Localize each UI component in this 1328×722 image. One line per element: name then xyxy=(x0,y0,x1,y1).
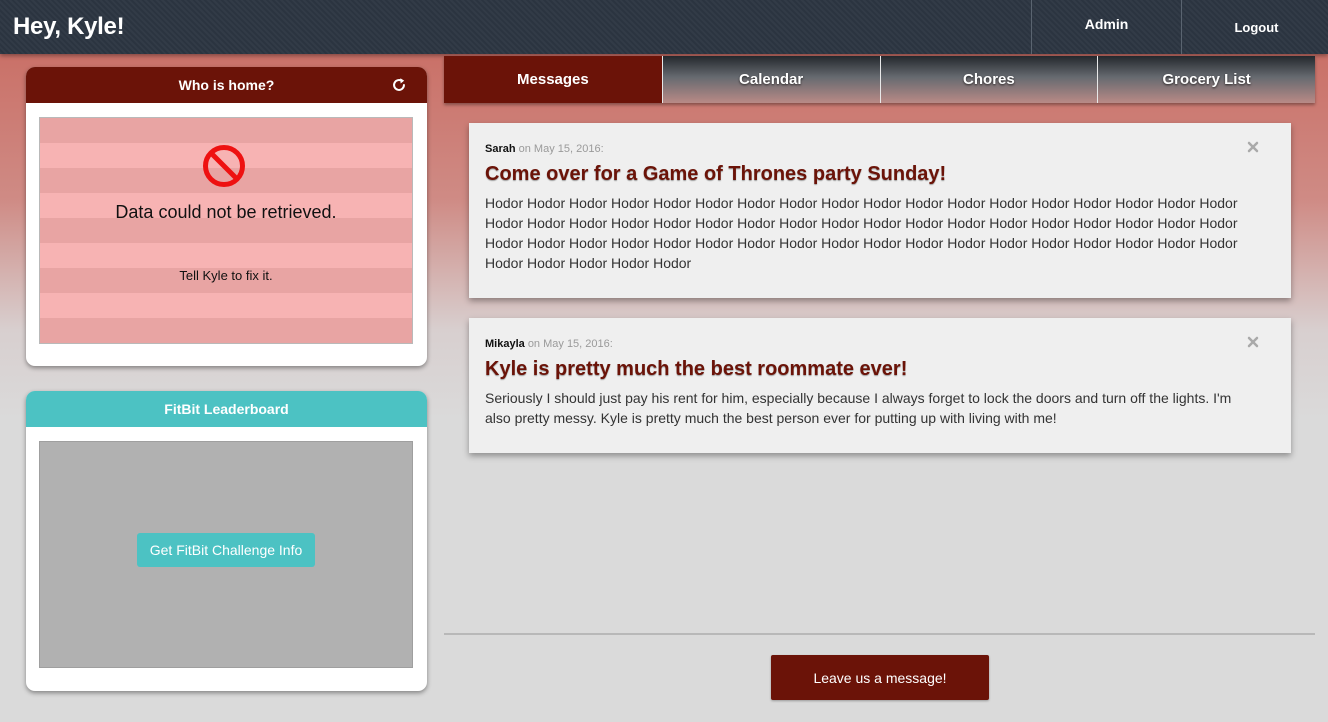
message-title: Kyle is pretty much the best roommate ev… xyxy=(485,358,908,380)
page-title: Hey, Kyle! xyxy=(13,13,125,40)
refresh-icon[interactable] xyxy=(390,76,408,94)
no-entry-icon xyxy=(203,145,245,187)
main-tabs: Messages Calendar Chores Grocery List xyxy=(444,56,1315,103)
message-card: Mikayla on May 15, 2016: Kyle is pretty … xyxy=(469,318,1291,453)
leave-message-button[interactable]: Leave us a message! xyxy=(771,655,989,700)
message-title: Come over for a Game of Thrones party Su… xyxy=(485,163,947,185)
admin-link[interactable]: Admin xyxy=(1031,0,1181,54)
fitbit-leaderboard-panel: FitBit Leaderboard Get FitBit Challenge … xyxy=(26,391,427,691)
close-icon[interactable] xyxy=(1247,336,1259,348)
who-is-home-panel: Who is home? Data could not be retrieved… xyxy=(26,67,427,366)
message-meta: Mikayla on May 15, 2016: xyxy=(485,338,1275,352)
message-body: Hodor Hodor Hodor Hodor Hodor Hodor Hodo… xyxy=(485,195,1238,271)
message-date: on May 15, 2016: xyxy=(518,143,604,155)
close-icon[interactable] xyxy=(1247,141,1259,153)
message-body: Seriously I should just pay his rent for… xyxy=(485,390,1232,426)
fitbit-title: FitBit Leaderboard xyxy=(164,401,289,417)
error-hint: Tell Kyle to fix it. xyxy=(179,268,273,283)
logout-link[interactable]: Logout xyxy=(1181,0,1328,54)
tab-calendar[interactable]: Calendar xyxy=(661,56,880,103)
who-is-home-content: Data could not be retrieved. Tell Kyle t… xyxy=(39,117,413,344)
who-is-home-header: Who is home? xyxy=(26,67,427,103)
message-card: Sarah on May 15, 2016: Come over for a G… xyxy=(469,123,1291,298)
who-is-home-title: Who is home? xyxy=(178,77,275,93)
message-author: Sarah xyxy=(485,143,516,155)
message-date: on May 15, 2016: xyxy=(527,338,613,350)
message-meta: Sarah on May 15, 2016: xyxy=(485,143,1275,157)
get-fitbit-info-button[interactable]: Get FitBit Challenge Info xyxy=(137,533,315,567)
tab-chores[interactable]: Chores xyxy=(879,56,1098,103)
divider xyxy=(444,633,1315,635)
tab-messages[interactable]: Messages xyxy=(444,56,662,103)
message-author: Mikayla xyxy=(485,338,525,350)
fitbit-header: FitBit Leaderboard xyxy=(26,391,427,427)
error-message: Data could not be retrieved. xyxy=(115,202,337,222)
top-navbar: Hey, Kyle! Admin Logout xyxy=(0,0,1328,54)
tab-grocery-list[interactable]: Grocery List xyxy=(1097,56,1315,103)
fitbit-content: Get FitBit Challenge Info xyxy=(39,441,413,668)
